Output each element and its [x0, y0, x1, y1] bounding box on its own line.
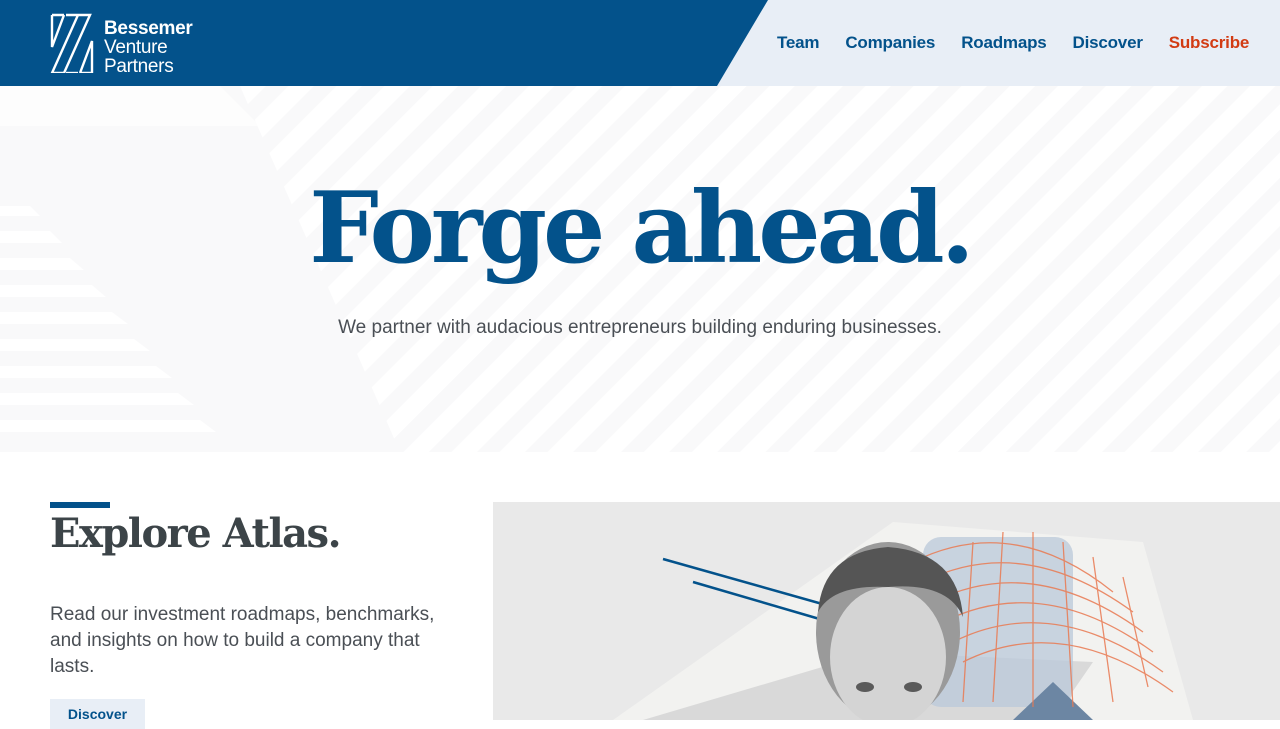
atlas-description: Read our investment roadmaps, benchmarks…	[50, 604, 435, 677]
bessemer-logo[interactable]: Bessemer Venture Partners	[50, 13, 200, 77]
hero-title: Forge ahead.	[309, 171, 974, 286]
atlas-heading: Explore Atlas.	[50, 510, 342, 557]
nav-companies[interactable]: Companies	[845, 33, 935, 53]
logo-line-1: Bessemer	[104, 18, 193, 39]
main-nav: Team Companies Roadmaps Discover Subscri…	[777, 33, 1249, 53]
discover-button[interactable]: Discover	[50, 699, 145, 729]
nav-subscribe[interactable]: Subscribe	[1169, 33, 1250, 53]
nav-roadmaps[interactable]: Roadmaps	[961, 33, 1047, 53]
logo-line-3: Partners	[104, 56, 174, 77]
section-accent-rule	[50, 502, 110, 508]
atlas-collage-image	[493, 502, 1280, 720]
logo-line-2: Venture	[104, 37, 168, 58]
nav-discover[interactable]: Discover	[1073, 33, 1143, 53]
logo-wordmark: Bessemer Venture Partners	[104, 18, 193, 77]
bvp-logo-icon	[50, 13, 94, 73]
hero-subtitle: We partner with audacious entrepreneurs …	[338, 317, 942, 338]
collage-illustration	[613, 522, 1193, 720]
nav-team[interactable]: Team	[777, 33, 820, 53]
hero-section: Forge ahead. We partner with audacious e…	[0, 86, 1280, 452]
site-header: Bessemer Venture Partners Team Companies…	[0, 0, 1280, 86]
